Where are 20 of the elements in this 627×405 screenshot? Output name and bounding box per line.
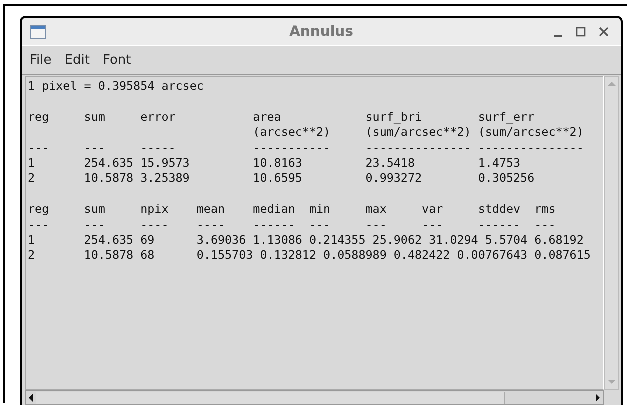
maximize-icon[interactable] bbox=[576, 26, 586, 36]
horizontal-scrollbar[interactable] bbox=[25, 390, 604, 405]
window-title: Annulus bbox=[290, 24, 354, 40]
output-line: 2 10.5878 3.25389 10.6595 0.993272 0.305256 bbox=[28, 171, 535, 186]
menu-item[interactable]: Font bbox=[102, 52, 132, 68]
scroll-thumb[interactable] bbox=[36, 392, 505, 404]
output-line: reg sum error area surf_bri surf_err bbox=[28, 110, 535, 124]
output-line: 1 pixel = 0.395854 arcsec bbox=[28, 79, 204, 93]
close-icon[interactable] bbox=[599, 26, 609, 36]
menu-item[interactable]: Edit bbox=[64, 52, 90, 68]
output-line: --- --- ----- ----------- --------------- --------------- bbox=[28, 140, 584, 155]
output-line: (arcsec**2) (sum/arcsec**2) (sum/arcsec**2) bbox=[252, 125, 584, 140]
output-line: --- --- ---- ---- ------ --- --- --- ------ --- bbox=[28, 218, 556, 232]
menu-item[interactable]: File bbox=[30, 52, 52, 68]
scroll-right-icon[interactable] bbox=[593, 392, 603, 404]
output-line: 1 254.635 69 3.69036 1.13086 0.214355 25.9062 31.0294 5.5704 6.68192 bbox=[28, 232, 584, 247]
output-line: 1 254.635 15.9573 10.8163 23.5418 1.4753 bbox=[28, 156, 521, 170]
window-icon bbox=[30, 24, 46, 38]
output-line: 2 10.5878 68 0.155703 0.132812 0.0588989 0.482422 0.00767643 0.087615 bbox=[28, 248, 591, 262]
output-line: reg sum npix mean median min max var stddev rms bbox=[28, 202, 556, 216]
